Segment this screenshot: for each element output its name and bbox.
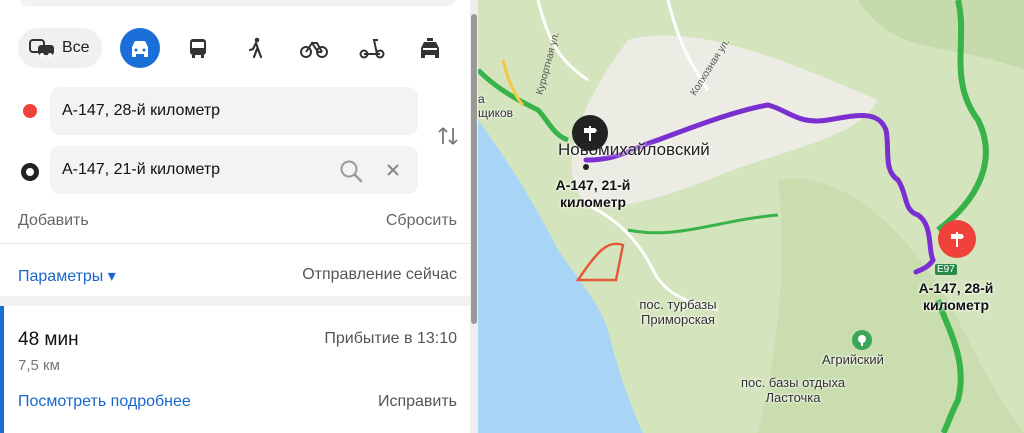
map-view[interactable]: Курортная ул. Колхозная ул. а щиков Ново… (478, 0, 1024, 433)
tree-icon (858, 335, 866, 346)
route-selected-indicator (0, 306, 4, 433)
start-pin-marker[interactable] (572, 115, 608, 151)
end-point-label: А-147, 28-й километр (918, 280, 994, 313)
mode-taxi-button[interactable] (410, 28, 450, 68)
mode-all-button[interactable]: Все (18, 28, 102, 68)
mode-all-label: Все (62, 39, 90, 56)
scooter-icon (359, 39, 385, 59)
divider (0, 243, 470, 244)
mode-bicycle-button[interactable] (294, 28, 334, 68)
transport-modes: Все (18, 28, 450, 68)
route-duration: 48 мин (18, 329, 79, 350)
add-point-button[interactable]: Добавить (18, 212, 89, 230)
route-fix-link[interactable]: Исправить (378, 393, 457, 411)
parameters-dropdown[interactable]: Параметры ▾ (18, 266, 116, 286)
from-field-value: А-147, 28-й километр (62, 102, 221, 119)
start-point-label: А-147, 21-й километр (555, 177, 631, 210)
bicycle-icon (299, 41, 328, 58)
mode-car-button[interactable] (119, 28, 160, 68)
place-label-agriysky: Агрийский (822, 352, 884, 367)
highway-badge: E97 (935, 264, 957, 275)
section-divider (0, 296, 470, 306)
bus-icon (189, 39, 206, 58)
map-label-fragment-shchikov: щиков (478, 106, 514, 120)
search-icon[interactable] (338, 158, 364, 184)
mode-walk-button[interactable] (236, 28, 276, 68)
taxi-icon (420, 38, 439, 58)
mode-scooter-button[interactable] (352, 28, 392, 68)
to-field-value: А-147, 21-й километр (62, 161, 221, 178)
route-panel: Все А-147, 28-й километр А-147, 21-й кил… (0, 0, 478, 433)
route-arrival: Прибытие в 13:10 (324, 330, 457, 347)
to-point-marker (21, 163, 39, 181)
mode-bus-button[interactable] (178, 28, 218, 68)
map-base (478, 0, 1024, 433)
start-point-dot (583, 164, 589, 170)
from-field[interactable]: А-147, 28-й километр (50, 87, 418, 135)
place-label-lastochka: пос. базы отдыха Ласточка (740, 375, 846, 405)
to-field[interactable]: А-147, 21-й километр (50, 146, 418, 194)
search-bar-edge[interactable] (20, 0, 456, 6)
route-distance: 7,5 км (18, 357, 60, 374)
route-option-card[interactable] (0, 306, 470, 433)
signpost-icon (584, 126, 597, 141)
park-icon[interactable] (852, 330, 872, 350)
departure-time[interactable]: Отправление сейчас (302, 266, 457, 284)
end-pin-marker[interactable] (938, 220, 976, 258)
clear-icon[interactable] (386, 163, 400, 177)
reset-button[interactable]: Сбросить (386, 212, 457, 230)
multi-transport-icon (29, 39, 54, 57)
map-label-fragment-a: а (478, 92, 485, 106)
signpost-icon (951, 232, 964, 247)
walk-icon (248, 37, 262, 59)
panel-scroll-thumb[interactable] (471, 14, 477, 324)
car-icon (131, 41, 148, 57)
from-point-marker (23, 104, 37, 118)
swap-points-icon[interactable] (436, 124, 460, 148)
route-details-link[interactable]: Посмотреть подробнее (18, 393, 191, 411)
place-label-primorskaya: пос. турбазы Приморская (639, 297, 717, 327)
